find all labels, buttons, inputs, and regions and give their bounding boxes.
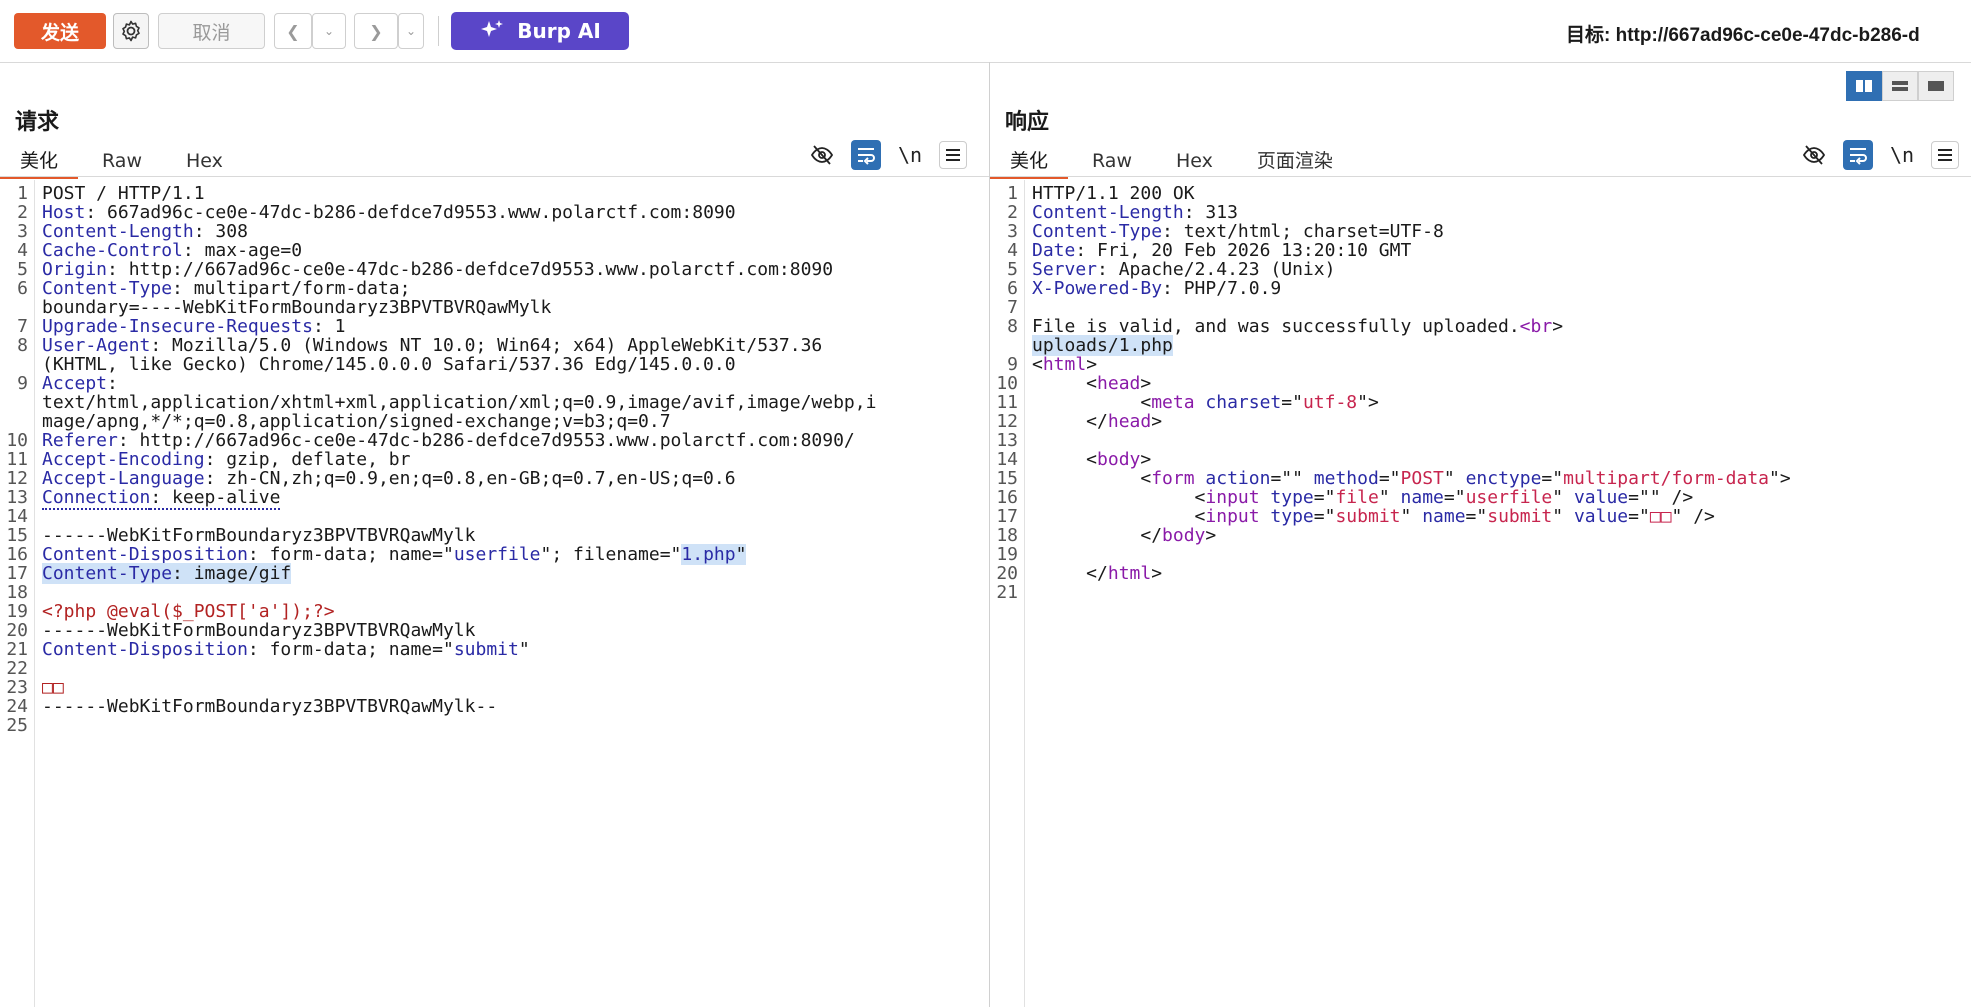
toolbar: 发送 取消 ❮ ⌄ ❯ ⌄ Burp AI 目标: http://667ad96… [0, 0, 1971, 63]
sparkle-icon [481, 20, 504, 37]
back-button[interactable]: ❮ [274, 13, 312, 49]
hide-icon[interactable] [807, 140, 837, 170]
line-number: 21 [996, 582, 1018, 603]
hide-icon[interactable] [1799, 140, 1829, 170]
code-line: 21 [990, 581, 1971, 605]
settings-button[interactable] [113, 13, 149, 49]
request-tabs-divider [0, 176, 989, 177]
menu-icon[interactable] [1931, 141, 1959, 169]
request-pane: 请求 美化 Raw Hex \n 1 POST / HTTP/1.1 2 Host: … [0, 62, 989, 1007]
chevron-right-icon: ❯ [369, 21, 383, 41]
tab-response-hex[interactable]: Hex [1156, 146, 1233, 176]
gear-icon [122, 20, 140, 42]
menu-icon[interactable] [939, 141, 967, 169]
cancel-button[interactable]: 取消 [158, 13, 265, 49]
request-tabs: 美化 Raw Hex [0, 146, 243, 179]
newline-toggle[interactable]: \n [1887, 140, 1917, 170]
response-title: 响应 [1005, 110, 1050, 135]
target-label: 目标: [1566, 25, 1616, 46]
chevron-left-icon: ❮ [286, 21, 300, 41]
tab-response-render[interactable]: 页面渲染 [1237, 146, 1353, 176]
send-button[interactable]: 发送 [14, 13, 106, 49]
target-url: http://667ad96c-ce0e-47dc-b286-d [1615, 25, 1920, 46]
forward-history-dropdown[interactable]: ⌄ [398, 13, 424, 49]
wrap-lines-icon[interactable] [1843, 140, 1873, 170]
line-number: 25 [6, 715, 28, 736]
response-editor-tools: \n [1799, 140, 1959, 170]
response-editor[interactable]: 1 HTTP/1.1 200 OK 2 Content-Length: 313 3 Con… [990, 180, 1971, 1007]
back-history-dropdown[interactable]: ⌄ [312, 13, 346, 49]
target-display[interactable]: 目标: http://667ad96c-ce0e-47dc-b286-d [1566, 20, 1920, 47]
wrap-lines-icon[interactable] [851, 140, 881, 170]
newline-toggle[interactable]: \n [895, 140, 925, 170]
request-editor[interactable]: 1 POST / HTTP/1.1 2 Host: 667ad96c-ce0e-47d… [0, 180, 989, 1007]
tab-response-raw[interactable]: Raw [1072, 146, 1152, 176]
toolbar-divider [438, 16, 439, 46]
forward-button[interactable]: ❯ [354, 13, 398, 49]
tab-request-raw[interactable]: Raw [82, 146, 162, 176]
response-pane: 响应 美化 Raw Hex 页面渲染 \n 1 HTTP/1.1 200 OK 2 C… [990, 62, 1971, 1007]
burp-ai-label: Burp AI [517, 19, 601, 43]
tab-request-hex[interactable]: Hex [166, 146, 243, 176]
request-title: 请求 [15, 110, 60, 135]
tab-request-pretty[interactable]: 美化 [0, 146, 79, 179]
code-line: 25 [0, 714, 989, 738]
response-tabs: 美化 Raw Hex 页面渲染 [990, 146, 1353, 179]
request-editor-tools: \n [807, 140, 967, 170]
chevron-down-icon: ⌄ [405, 24, 417, 38]
response-tabs-divider [990, 176, 1971, 177]
burp-ai-button[interactable]: Burp AI [451, 12, 629, 50]
chevron-down-icon: ⌄ [323, 24, 335, 38]
tab-response-pretty[interactable]: 美化 [990, 146, 1069, 179]
